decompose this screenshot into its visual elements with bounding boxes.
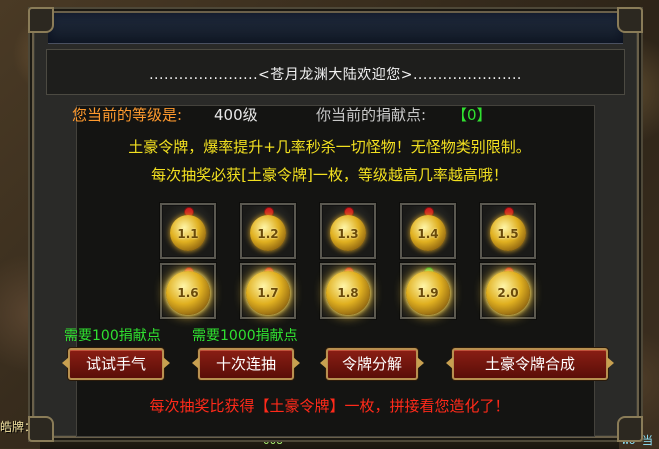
- level-label: 您当前的等级是:: [72, 106, 183, 124]
- ten-draw-cost: 需要1000捐献点: [192, 328, 298, 344]
- token-slot[interactable]: 1.8: [320, 263, 376, 319]
- donation-value: 【0】: [452, 106, 492, 124]
- gold-token-icon: 1.5: [490, 215, 526, 251]
- footer-notice: 每次抽奖比获得【土豪令牌】一枚，拼接看您造化了！: [149, 397, 510, 415]
- token-slot[interactable]: 1.1: [160, 203, 216, 259]
- gold-token-icon: 1.3: [330, 215, 366, 251]
- donation-label: 你当前的捐献点:: [316, 106, 427, 124]
- level-value: 400级: [214, 106, 258, 124]
- single-draw-cost: 需要100捐献点: [64, 328, 161, 344]
- token-slot[interactable]: 1.7: [240, 263, 296, 319]
- glowing-token-icon: 1.8: [326, 271, 370, 315]
- token-slot[interactable]: 2.0: [480, 263, 536, 319]
- token-slot[interactable]: 1.4: [400, 203, 456, 259]
- token-slot[interactable]: 1.6: [160, 263, 216, 319]
- welcome-banner: ......................<苍月龙渊大陆欢迎您>.......…: [46, 49, 625, 95]
- welcome-text: ......................<苍月龙渊大陆欢迎您>.......…: [149, 67, 522, 83]
- gold-token-icon: 1.4: [410, 215, 446, 251]
- token-slot[interactable]: 1.5: [480, 203, 536, 259]
- glowing-token-icon: 1.7: [246, 271, 290, 315]
- description-line-2: 每次抽奖必获[土豪令牌]一枚，等级越高几率越高哦！: [151, 166, 508, 184]
- ten-draw-button[interactable]: 十次连抽: [198, 348, 294, 380]
- token-slot[interactable]: 1.9: [400, 263, 456, 319]
- corner-ornament: [617, 416, 643, 442]
- dialog-title-bar[interactable]: [48, 13, 623, 44]
- glowing-token-icon: 1.9: [406, 271, 450, 315]
- token-slot[interactable]: 1.2: [240, 203, 296, 259]
- corner-ornament: [617, 7, 643, 33]
- synthesize-button[interactable]: 土豪令牌合成: [452, 348, 608, 380]
- corner-ornament: [28, 416, 54, 442]
- try-luck-button[interactable]: 试试手气: [68, 348, 164, 380]
- glowing-token-icon: 1.6: [166, 271, 210, 315]
- gold-token-icon: 1.1: [170, 215, 206, 251]
- token-slot[interactable]: 1.3: [320, 203, 376, 259]
- decompose-button[interactable]: 令牌分解: [326, 348, 418, 380]
- crowned-token-icon: 2.0: [486, 271, 530, 315]
- corner-ornament: [28, 7, 54, 33]
- gold-token-icon: 1.2: [250, 215, 286, 251]
- description-line-1: 土豪令牌，爆率提升+几率秒杀一切怪物！无怪物类别限制。: [128, 138, 531, 156]
